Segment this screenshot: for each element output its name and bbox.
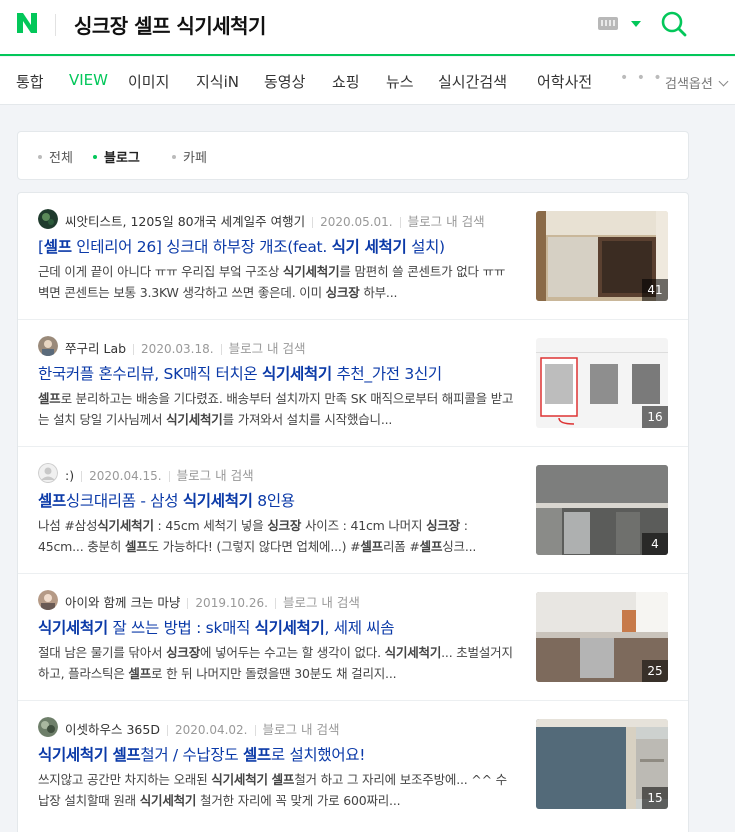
filter-cafe[interactable]: 카페 <box>172 147 207 166</box>
separator <box>133 344 135 355</box>
author-name[interactable]: 이셋하우스 365D <box>65 722 160 737</box>
list-item: 씨앗티스트, 1205일 80개국 세계일주 여행기 2020.05.01. 블로그… <box>18 193 688 320</box>
header-divider <box>55 14 56 36</box>
tab-image[interactable]: 이미지 <box>128 71 169 92</box>
avatar[interactable] <box>38 463 58 483</box>
filter-label: 전체 <box>49 151 73 166</box>
search-tabs: 통합 VIEW 이미지 지식iN 동영상 쇼핑 뉴스 실시간검색 어학사전 • … <box>0 57 735 105</box>
post-date: 2020.04.15. <box>89 469 162 483</box>
separator <box>166 725 168 736</box>
blog-search-link[interactable]: 블로그 내 검색 <box>229 341 306 356</box>
search-query[interactable]: 싱크장 셀프 식기세척기 <box>74 10 266 39</box>
author-name[interactable]: 쭈구리 Lab <box>65 341 126 356</box>
tab-shopping[interactable]: 쇼핑 <box>332 71 360 92</box>
filter-label: 블로그 <box>104 151 140 166</box>
avatar[interactable] <box>38 209 58 229</box>
naver-logo[interactable] <box>16 12 38 34</box>
separator <box>399 217 401 228</box>
separator <box>312 217 314 228</box>
list-item: 이셋하우스 365D 2020.04.02. 블로그 내 검색 식기세척기 셀프철거… <box>18 701 688 828</box>
post-date: 2020.04.02. <box>174 723 248 737</box>
keyboard-icon[interactable] <box>598 17 618 30</box>
header: 싱크장 셀프 식기세척기 <box>0 0 735 56</box>
bullet-icon <box>172 154 176 159</box>
avatar[interactable] <box>38 590 58 610</box>
post-snippet[interactable]: 셀프로 분리하고는 배송을 기다렸죠. 배송부터 설치까지 만족 SK 매직으로… <box>38 388 516 430</box>
list-item: 쭈구리 Lab 2020.03.18. 블로그 내 검색 한국커플 혼수리뷰, SK… <box>18 320 688 447</box>
post-title[interactable]: [셀프 인테리어 26] 싱크대 하부장 개조(feat. 식기 세척기 설치) <box>38 235 528 257</box>
separator <box>187 598 189 609</box>
source-filter: 전체 블로그 카페 <box>17 131 689 180</box>
tab-kin[interactable]: 지식iN <box>196 71 239 92</box>
more-tabs-icon[interactable]: • • • <box>620 70 664 86</box>
post-title[interactable]: 한국커플 혼수리뷰, SK매직 터치온 식기세척기 추천_가전 3신기 <box>38 362 528 384</box>
author-name[interactable]: 아이와 함께 크는 마냥 <box>65 595 180 610</box>
post-thumbnail[interactable]: 16 <box>536 338 668 428</box>
blog-search-link[interactable]: 블로그 내 검색 <box>408 214 485 229</box>
post-title[interactable]: 셀프싱크대리폼 - 삼성 식기세척기 8인용 <box>38 489 528 511</box>
tab-news[interactable]: 뉴스 <box>386 71 414 92</box>
post-date: 2019.10.26. <box>195 596 268 610</box>
avatar[interactable] <box>38 717 58 737</box>
author-name[interactable]: 씨앗티스트, 1205일 80개국 세계일주 여행기 <box>65 214 305 229</box>
tab-all[interactable]: 통합 <box>16 71 44 92</box>
post-snippet[interactable]: 근데 이게 끝이 아니다 ㅠㅠ 우리집 부엌 구조상 식기세척기를 맘편히 쓸 … <box>38 261 516 303</box>
image-count-badge: 41 <box>642 279 668 301</box>
chevron-down-icon[interactable] <box>718 76 729 87</box>
search-icon[interactable] <box>660 10 688 38</box>
image-count-badge: 25 <box>642 660 668 682</box>
image-count-badge: 4 <box>642 533 668 555</box>
filter-blog[interactable]: 블로그 <box>93 147 140 166</box>
image-count-badge: 16 <box>642 406 668 428</box>
blog-search-link[interactable]: 블로그 내 검색 <box>263 722 340 737</box>
author-name[interactable]: :) <box>65 468 74 483</box>
blog-search-link[interactable]: 블로그 내 검색 <box>283 595 360 610</box>
separator <box>168 471 170 482</box>
bullet-icon <box>38 154 42 159</box>
avatar[interactable] <box>38 336 58 356</box>
dropdown-caret-icon[interactable] <box>631 21 641 27</box>
tab-dictionary[interactable]: 어학사전 <box>537 71 592 92</box>
post-snippet[interactable]: 절대 남은 물기를 닦아서 싱크장에 넣어두는 수고는 할 생각이 없다. 식기… <box>38 642 516 684</box>
post-snippet[interactable]: 나섬 #삼성식기세척기 : 45cm 세척기 넣을 싱크장 사이즈 : 41cm… <box>38 515 516 557</box>
separator <box>274 598 276 609</box>
post-thumbnail[interactable]: 25 <box>536 592 668 682</box>
post-title[interactable]: 식기세척기 잘 쓰는 방법 : sk매직 식기세척기, 세제 씨솜 <box>38 616 528 638</box>
post-thumbnail[interactable]: 41 <box>536 211 668 301</box>
filter-all[interactable]: 전체 <box>38 147 73 166</box>
separator <box>81 471 83 482</box>
tab-view[interactable]: VIEW <box>69 71 108 89</box>
post-thumbnail[interactable]: 15 <box>536 719 668 809</box>
bullet-icon <box>93 154 97 159</box>
separator <box>220 344 222 355</box>
blog-results: 씨앗티스트, 1205일 80개국 세계일주 여행기 2020.05.01. 블로그… <box>17 192 689 832</box>
blog-search-link[interactable]: 블로그 내 검색 <box>177 468 254 483</box>
tab-realtime[interactable]: 실시간검색 <box>438 71 507 92</box>
post-date: 2020.03.18. <box>141 342 214 356</box>
image-count-badge: 15 <box>642 787 668 809</box>
list-item: :) 2020.04.15. 블로그 내 검색 셀프싱크대리폼 - 삼성 식기세척기… <box>18 447 688 574</box>
post-title[interactable]: 식기세척기 셀프철거 / 수납장도 셀프로 설치했어요! <box>38 743 528 765</box>
search-options-button[interactable]: 검색옵션 <box>665 73 713 92</box>
separator <box>254 725 256 736</box>
post-date: 2020.05.01. <box>320 215 393 229</box>
tab-video[interactable]: 동영상 <box>264 71 305 92</box>
post-snippet[interactable]: 쓰지않고 공간만 차지하는 오래된 식기세척기 셀프철거 하고 그 자리에 보조… <box>38 769 516 811</box>
list-item: 아이와 함께 크는 마냥 2019.10.26. 블로그 내 검색 식기세척기 잘 … <box>18 574 688 701</box>
post-thumbnail[interactable]: 4 <box>536 465 668 555</box>
filter-label: 카페 <box>183 151 207 166</box>
